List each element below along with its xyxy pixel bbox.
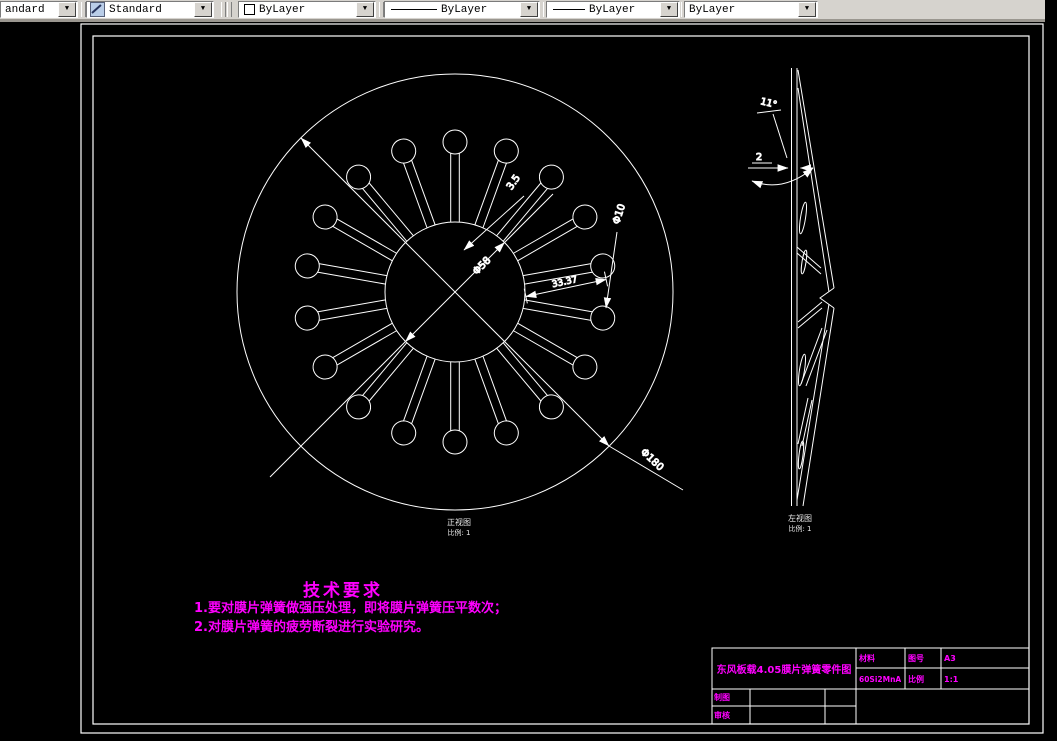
color-combo[interactable]: ByLayer ▼ bbox=[238, 1, 376, 18]
side-view: 11° 2 bbox=[748, 68, 835, 507]
drawing-title: 东风板载4.05膜片弹簧零件图 bbox=[716, 665, 852, 676]
linetype-value: ByLayer bbox=[441, 3, 488, 16]
text-style-value: Standard bbox=[109, 3, 162, 16]
dim-cone-angle: 11° bbox=[751, 96, 814, 189]
dim-thickness: 2 bbox=[748, 152, 813, 172]
tech-requirements-title: 技术要求 bbox=[303, 581, 383, 601]
plotstyle-value: ByLayer bbox=[689, 3, 736, 16]
checker-label: 审核 bbox=[714, 710, 730, 720]
toolbar-separator bbox=[227, 2, 232, 17]
chevron-down-icon[interactable]: ▼ bbox=[194, 2, 212, 17]
front-view-label: 正视图 比例: 1 bbox=[447, 518, 471, 537]
svg-text:2: 2 bbox=[756, 152, 762, 163]
front-view: Φ180 Φ58 3.5 33.37 Φ10 bbox=[236, 73, 684, 511]
drawing-canvas[interactable]: Φ180 Φ58 3.5 33.37 Φ10 11° 2 bbox=[0, 0, 1057, 741]
svg-text:Φ58: Φ58 bbox=[471, 255, 493, 277]
drafter-label: 制图 bbox=[714, 693, 730, 702]
scale-label: 比例 bbox=[908, 674, 924, 684]
toolbar: andard ▼ Standard ▼ ByLayer ▼ ByLayer ▼ … bbox=[0, 0, 1045, 19]
tech-requirement-item: 1.要对膜片弹簧做强压处理，即将膜片弹簧压平数次； bbox=[194, 601, 507, 616]
toolbar-edge bbox=[0, 19, 1045, 22]
color-value: ByLayer bbox=[259, 3, 306, 16]
lineweight-value: ByLayer bbox=[589, 3, 636, 16]
linetype-combo[interactable]: ByLayer ▼ bbox=[384, 1, 540, 18]
color-swatch-icon bbox=[244, 4, 255, 15]
scale-value: 1:1 bbox=[944, 674, 959, 684]
toolbar-separator bbox=[221, 2, 226, 17]
dim-slot-length: 33.37 bbox=[523, 271, 609, 304]
dim-inner-diameter: Φ58 bbox=[269, 193, 554, 478]
side-view-label: 左视图 比例: 1 bbox=[788, 514, 812, 533]
linetype-line-icon bbox=[391, 9, 437, 10]
text-style-icon bbox=[90, 2, 105, 17]
dim-outer-diameter: Φ180 bbox=[300, 137, 684, 491]
chevron-down-icon[interactable]: ▼ bbox=[660, 2, 678, 17]
svg-text:3.5: 3.5 bbox=[505, 173, 523, 192]
dim-slot-width: 3.5 bbox=[463, 172, 525, 251]
lineweight-combo[interactable]: ByLayer ▼ bbox=[546, 1, 680, 18]
chevron-down-icon[interactable]: ▼ bbox=[520, 2, 538, 17]
plotstyle-combo[interactable]: ByLayer ▼ bbox=[684, 1, 818, 18]
material-label: 材料 bbox=[859, 654, 875, 663]
svg-text:Φ10: Φ10 bbox=[611, 203, 628, 226]
sheet-label: 图号 bbox=[908, 654, 924, 663]
text-style-combo[interactable]: Standard ▼ bbox=[86, 1, 214, 18]
material-value: 60Si2MnA bbox=[859, 674, 902, 684]
svg-text:11°: 11° bbox=[759, 96, 778, 111]
svg-text:Φ180: Φ180 bbox=[638, 447, 665, 473]
chevron-down-icon[interactable]: ▼ bbox=[798, 2, 816, 17]
sheet-value: A3 bbox=[944, 654, 956, 663]
chevron-down-icon[interactable]: ▼ bbox=[58, 2, 76, 17]
dim-style-combo[interactable]: andard ▼ bbox=[0, 1, 78, 18]
tech-requirement-item: 2.对膜片弹簧的疲劳断裂进行实验研究。 bbox=[194, 620, 429, 635]
chevron-down-icon[interactable]: ▼ bbox=[356, 2, 374, 17]
dim-style-value: andard bbox=[5, 3, 45, 16]
lineweight-line-icon bbox=[553, 9, 585, 10]
